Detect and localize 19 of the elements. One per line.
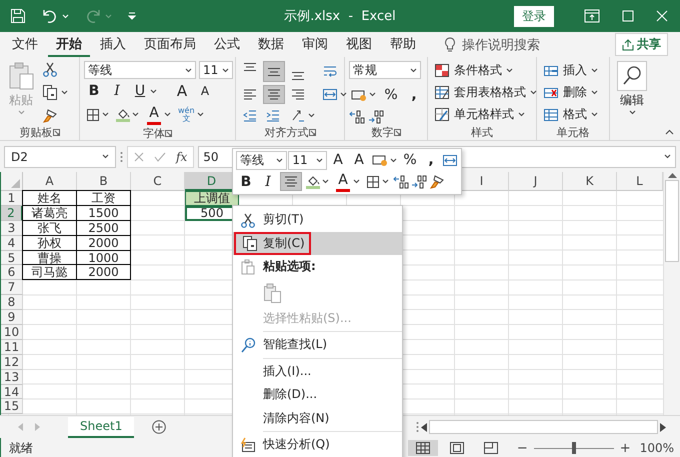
table-cell: 2500 [76, 220, 131, 236]
group-label: 字体 [143, 126, 165, 141]
table-cell: 上调值 [185, 191, 239, 206]
window-title: 示例.xlsx - Excel [284, 8, 396, 25]
table-cell: 工资 [76, 190, 131, 206]
table-cell: 姓名 [22, 190, 77, 206]
status-text: 就绪 [9, 440, 33, 456]
table-cell: 孙权 [22, 234, 77, 251]
group-label: 单元格 [556, 124, 590, 140]
group-label: 对齐方式 [264, 124, 308, 140]
group-label: 样式 [471, 124, 493, 140]
group-label: 剪贴板 [20, 124, 52, 140]
table-cell: 2000 [76, 234, 131, 251]
menu-heading: 粘贴选项: [263, 258, 316, 276]
zoom-level: 100% [640, 441, 674, 455]
table-cell: 2000 [76, 264, 131, 280]
table-cell: 司马懿 [22, 264, 77, 280]
group-label: 数字 [372, 124, 394, 140]
table-cell: 张飞 [22, 220, 77, 236]
